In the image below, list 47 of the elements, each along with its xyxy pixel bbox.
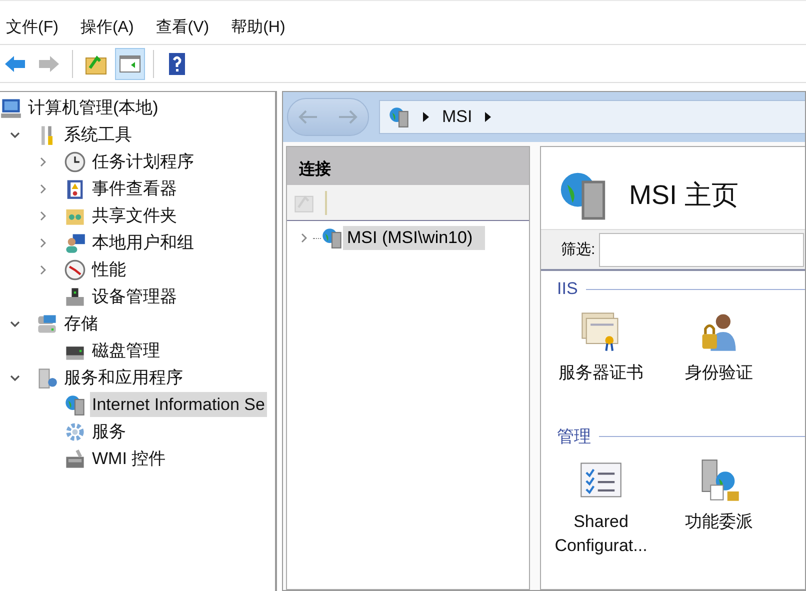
storage-icon xyxy=(36,312,58,334)
tree-item[interactable]: 任务计划程序 xyxy=(90,149,196,174)
address-field[interactable]: MSI xyxy=(379,100,805,134)
back-arrow-icon xyxy=(297,109,319,125)
tree-item[interactable]: 性能 xyxy=(90,257,128,282)
device-icon xyxy=(64,286,86,308)
tree-item[interactable]: 事件查看器 xyxy=(90,176,179,201)
users-icon xyxy=(64,232,86,254)
tree-item[interactable]: 系统工具 xyxy=(62,122,134,147)
tree-item[interactable]: 设备管理器 xyxy=(90,284,179,309)
caret-icon[interactable] xyxy=(422,111,430,123)
gear-icon xyxy=(64,420,86,442)
breadcrumb[interactable]: MSI xyxy=(442,107,472,127)
feature-label[interactable]: Shared Configurat... xyxy=(549,510,653,558)
tree-item[interactable]: 存储 xyxy=(62,311,100,336)
feature-label[interactable]: 身份验证 xyxy=(685,361,753,385)
page-title: MSI 主页 xyxy=(629,179,739,212)
tree-item[interactable]: Internet Information Se xyxy=(90,392,267,417)
forward-arrow-icon xyxy=(337,109,359,125)
tree-item[interactable]: 计算机管理(本地) xyxy=(26,95,160,120)
feature-label[interactable]: 服务器证书 xyxy=(558,361,644,385)
caret-icon[interactable] xyxy=(484,111,492,123)
server-globe-icon xyxy=(64,394,86,416)
filter-field[interactable] xyxy=(599,232,804,266)
server-globe-icon xyxy=(388,105,410,129)
tree-item[interactable]: 共享文件夹 xyxy=(90,203,179,228)
clock-icon xyxy=(64,150,86,172)
server-globe-icon xyxy=(321,226,343,250)
feature-label[interactable]: 功能委派 xyxy=(685,510,753,534)
window-pane-button[interactable] xyxy=(115,48,145,80)
tree-item[interactable]: 服务和应用程序 xyxy=(62,365,185,390)
section-title: 管理 xyxy=(557,426,591,448)
connections-header: 连接 xyxy=(287,147,529,185)
section-title: IIS xyxy=(557,279,578,299)
menu-item[interactable]: 查看(V) xyxy=(156,13,210,44)
computer-icon xyxy=(0,96,22,118)
tree-item[interactable]: 磁盘管理 xyxy=(90,338,162,363)
menu-item[interactable]: 操作(A) xyxy=(80,13,134,44)
tree-item[interactable]: WMI 控件 xyxy=(90,446,168,471)
filter-label: 筛选: xyxy=(561,240,596,259)
toolbox-icon xyxy=(64,448,86,470)
tree-item[interactable]: MSI (MSI\win10) xyxy=(343,226,485,250)
tree-item[interactable]: 服务 xyxy=(90,419,128,444)
gauge-icon xyxy=(64,258,86,280)
tree-item[interactable]: 本地用户和组 xyxy=(90,230,196,255)
menu-item[interactable]: 文件(F) xyxy=(6,13,58,44)
menu-item[interactable]: 帮助(H) xyxy=(231,13,286,44)
